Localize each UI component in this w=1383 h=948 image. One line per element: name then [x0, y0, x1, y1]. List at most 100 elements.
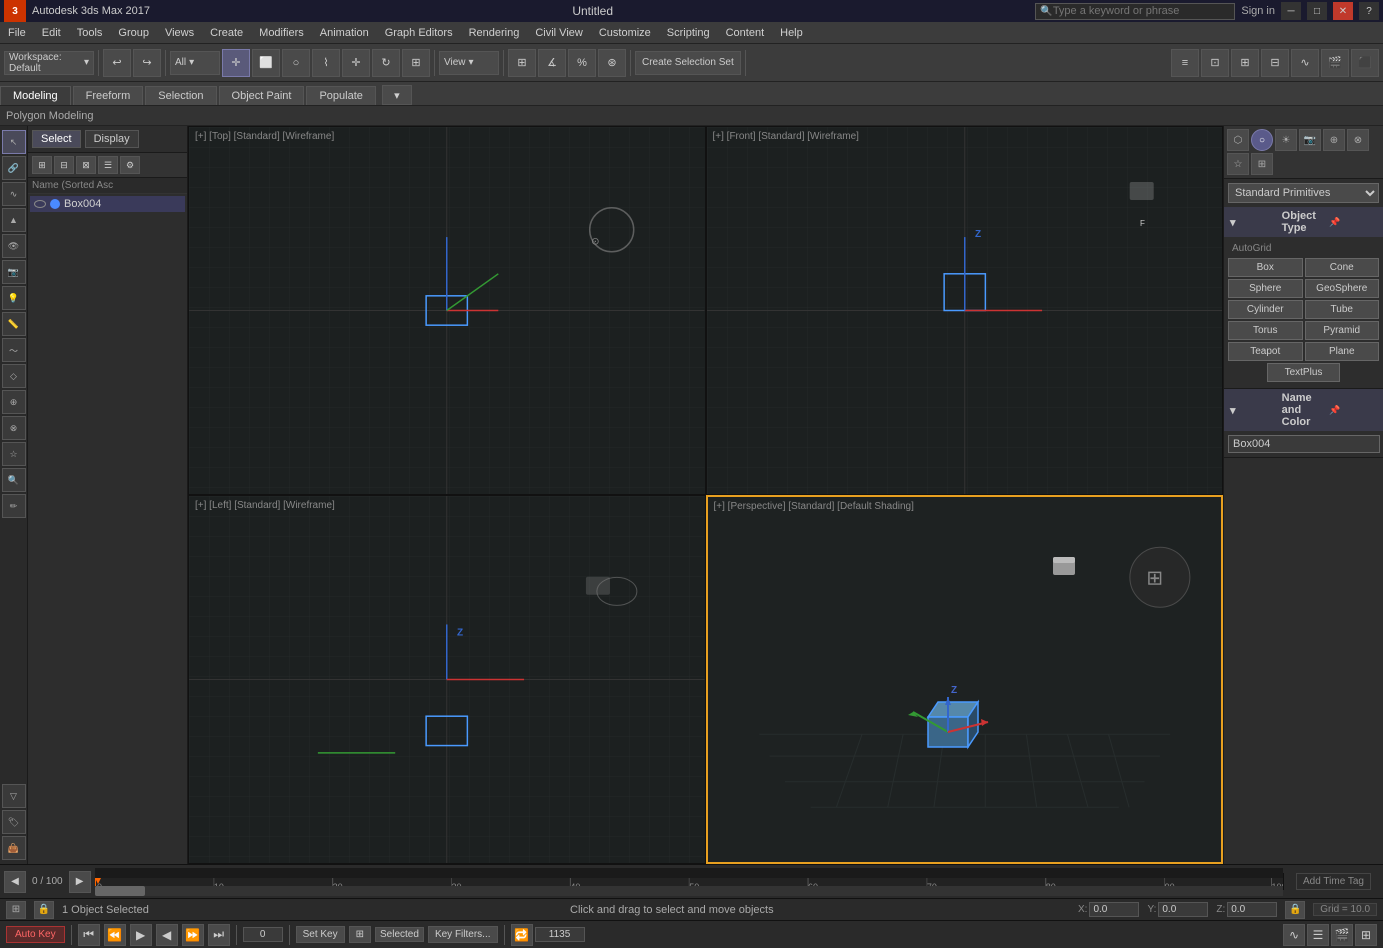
- viewport-front[interactable]: [+] [Front] [Standard] [Wireframe] Z: [706, 126, 1224, 495]
- left-icon-pointer[interactable]: ↖: [2, 130, 26, 154]
- menu-help[interactable]: Help: [772, 25, 811, 41]
- named-selection-sets[interactable]: ≡: [1171, 49, 1199, 77]
- left-icon-eye[interactable]: 👁: [2, 234, 26, 258]
- scale-tool[interactable]: ⊞: [402, 49, 430, 77]
- goto-start-button[interactable]: ⏮: [78, 924, 100, 946]
- select-region-circle[interactable]: ○: [282, 49, 310, 77]
- create-icon-cameras[interactable]: 📷: [1299, 129, 1321, 151]
- curve-editor[interactable]: ∿: [1291, 49, 1319, 77]
- menu-group[interactable]: Group: [110, 25, 157, 41]
- left-icon-helpers[interactable]: ⊕: [2, 390, 26, 414]
- left-icon-tag[interactable]: 🏷: [2, 810, 26, 834]
- layer-manager[interactable]: ⊟: [1261, 49, 1289, 77]
- menu-edit[interactable]: Edit: [34, 25, 69, 41]
- obj-btn-geosphere[interactable]: GeoSphere: [1305, 279, 1380, 298]
- left-icon-camera[interactable]: 📷: [2, 260, 26, 284]
- set-key-button[interactable]: Set Key: [296, 926, 345, 943]
- menu-civil-view[interactable]: Civil View: [527, 25, 590, 41]
- menu-views[interactable]: Views: [157, 25, 202, 41]
- key-mode-toggle[interactable]: ⊞: [349, 926, 371, 943]
- left-icon-bag[interactable]: 👜: [2, 836, 26, 860]
- obj-btn-tube[interactable]: Tube: [1305, 300, 1380, 319]
- close-button[interactable]: ✕: [1333, 2, 1353, 20]
- status-icon-lock[interactable]: 🔒: [34, 901, 54, 919]
- menu-customize[interactable]: Customize: [591, 25, 659, 41]
- current-frame-input[interactable]: [243, 927, 283, 942]
- obj-btn-cone[interactable]: Cone: [1305, 258, 1380, 277]
- help-button[interactable]: ?: [1359, 2, 1379, 20]
- timeline-scrollbar[interactable]: [95, 886, 1283, 896]
- menu-file[interactable]: File: [0, 25, 34, 41]
- workspace-dropdown[interactable]: Workspace: Default ▾: [4, 51, 94, 75]
- create-icon-more[interactable]: ⊞: [1251, 153, 1273, 175]
- render-setup[interactable]: 🎬: [1321, 49, 1349, 77]
- obj-btn-torus[interactable]: Torus: [1228, 321, 1303, 340]
- search-box[interactable]: 🔍: [1035, 3, 1235, 20]
- total-frames-input[interactable]: [535, 927, 585, 942]
- menu-rendering[interactable]: Rendering: [461, 25, 528, 41]
- left-icon-light[interactable]: 💡: [2, 286, 26, 310]
- play-button[interactable]: ▶: [130, 924, 152, 946]
- rotate-tool[interactable]: ↻: [372, 49, 400, 77]
- left-icon-systems[interactable]: ☆: [2, 442, 26, 466]
- left-icon-poly[interactable]: ▲: [2, 208, 26, 232]
- obj-btn-cylinder[interactable]: Cylinder: [1228, 300, 1303, 319]
- menu-create[interactable]: Create: [202, 25, 251, 41]
- create-icon-geometry[interactable]: ⬡: [1227, 129, 1249, 151]
- sign-in-button[interactable]: Sign in: [1241, 5, 1275, 17]
- left-icon-spacewarp[interactable]: ⊗: [2, 416, 26, 440]
- create-icon-spacewarps[interactable]: ⊗: [1347, 129, 1369, 151]
- align-tool[interactable]: ⊞: [1231, 49, 1259, 77]
- render-frame[interactable]: ⬛: [1351, 49, 1379, 77]
- viewport-perspective-label[interactable]: [+] [Perspective] [Standard] [Default Sh…: [714, 501, 914, 512]
- obj-btn-sphere[interactable]: Sphere: [1228, 279, 1303, 298]
- menu-animation[interactable]: Animation: [312, 25, 377, 41]
- obj-btn-pyramid[interactable]: Pyramid: [1305, 321, 1380, 340]
- scene-btn-2[interactable]: ⊟: [54, 156, 74, 174]
- scene-tab-display[interactable]: Display: [85, 130, 139, 148]
- timeline-next-btn[interactable]: ▶: [69, 871, 91, 893]
- left-icon-filter[interactable]: ▽: [2, 784, 26, 808]
- left-icon-shapes[interactable]: ◇: [2, 364, 26, 388]
- menu-modifiers[interactable]: Modifiers: [251, 25, 312, 41]
- viewport-front-label[interactable]: [+] [Front] [Standard] [Wireframe]: [713, 131, 859, 142]
- tab-populate[interactable]: Populate: [306, 86, 375, 105]
- maximize-button[interactable]: □: [1307, 2, 1327, 20]
- add-time-tag-button[interactable]: Add Time Tag: [1296, 873, 1371, 890]
- tab-object-paint[interactable]: Object Paint: [219, 86, 305, 105]
- x-input[interactable]: [1089, 902, 1139, 917]
- redo-button[interactable]: ↪: [133, 49, 161, 77]
- viewport-size[interactable]: ⊞: [1355, 924, 1377, 946]
- view-dropdown[interactable]: View▾: [439, 51, 499, 75]
- next-frame-button[interactable]: ⏩: [182, 924, 204, 946]
- scene-item-box004[interactable]: Box004: [30, 196, 185, 212]
- viewport-top[interactable]: [+] [Top] [Standard] [Wireframe]: [188, 126, 706, 495]
- filter-dropdown[interactable]: All▾: [170, 51, 220, 75]
- scene-btn-4[interactable]: ☰: [98, 156, 118, 174]
- snap-toggle[interactable]: ⊞: [508, 49, 536, 77]
- search-input[interactable]: [1053, 5, 1231, 17]
- play-back-button[interactable]: ◀: [156, 924, 178, 946]
- select-region-rect[interactable]: ⬜: [252, 49, 280, 77]
- angle-snap[interactable]: ∡: [538, 49, 566, 77]
- status-icon-1[interactable]: ⊞: [6, 901, 26, 919]
- create-icon-systems[interactable]: ☆: [1227, 153, 1249, 175]
- key-filters-button[interactable]: Key Filters...: [428, 926, 498, 943]
- scene-btn-1[interactable]: ⊞: [32, 156, 52, 174]
- undo-button[interactable]: ↩: [103, 49, 131, 77]
- spinner-snap[interactable]: ⊛: [598, 49, 626, 77]
- move-tool[interactable]: ✛: [342, 49, 370, 77]
- obj-btn-textplus[interactable]: TextPlus: [1267, 363, 1339, 382]
- mini-curve-editor[interactable]: ∿: [1283, 924, 1305, 946]
- obj-btn-teapot[interactable]: Teapot: [1228, 342, 1303, 361]
- viewport-left[interactable]: [+] [Left] [Standard] [Wireframe] Z: [188, 495, 706, 864]
- menu-scripting[interactable]: Scripting: [659, 25, 718, 41]
- goto-end-button[interactable]: ⏭: [208, 924, 230, 946]
- create-icon-helpers[interactable]: ⊕: [1323, 129, 1345, 151]
- minimize-button[interactable]: ─: [1281, 2, 1301, 20]
- percent-snap[interactable]: %: [568, 49, 596, 77]
- object-name-input[interactable]: [1228, 435, 1380, 453]
- left-icon-ruler[interactable]: 📏: [2, 312, 26, 336]
- timeline-scroll-thumb[interactable]: [95, 886, 145, 896]
- tab-selection[interactable]: Selection: [145, 86, 216, 105]
